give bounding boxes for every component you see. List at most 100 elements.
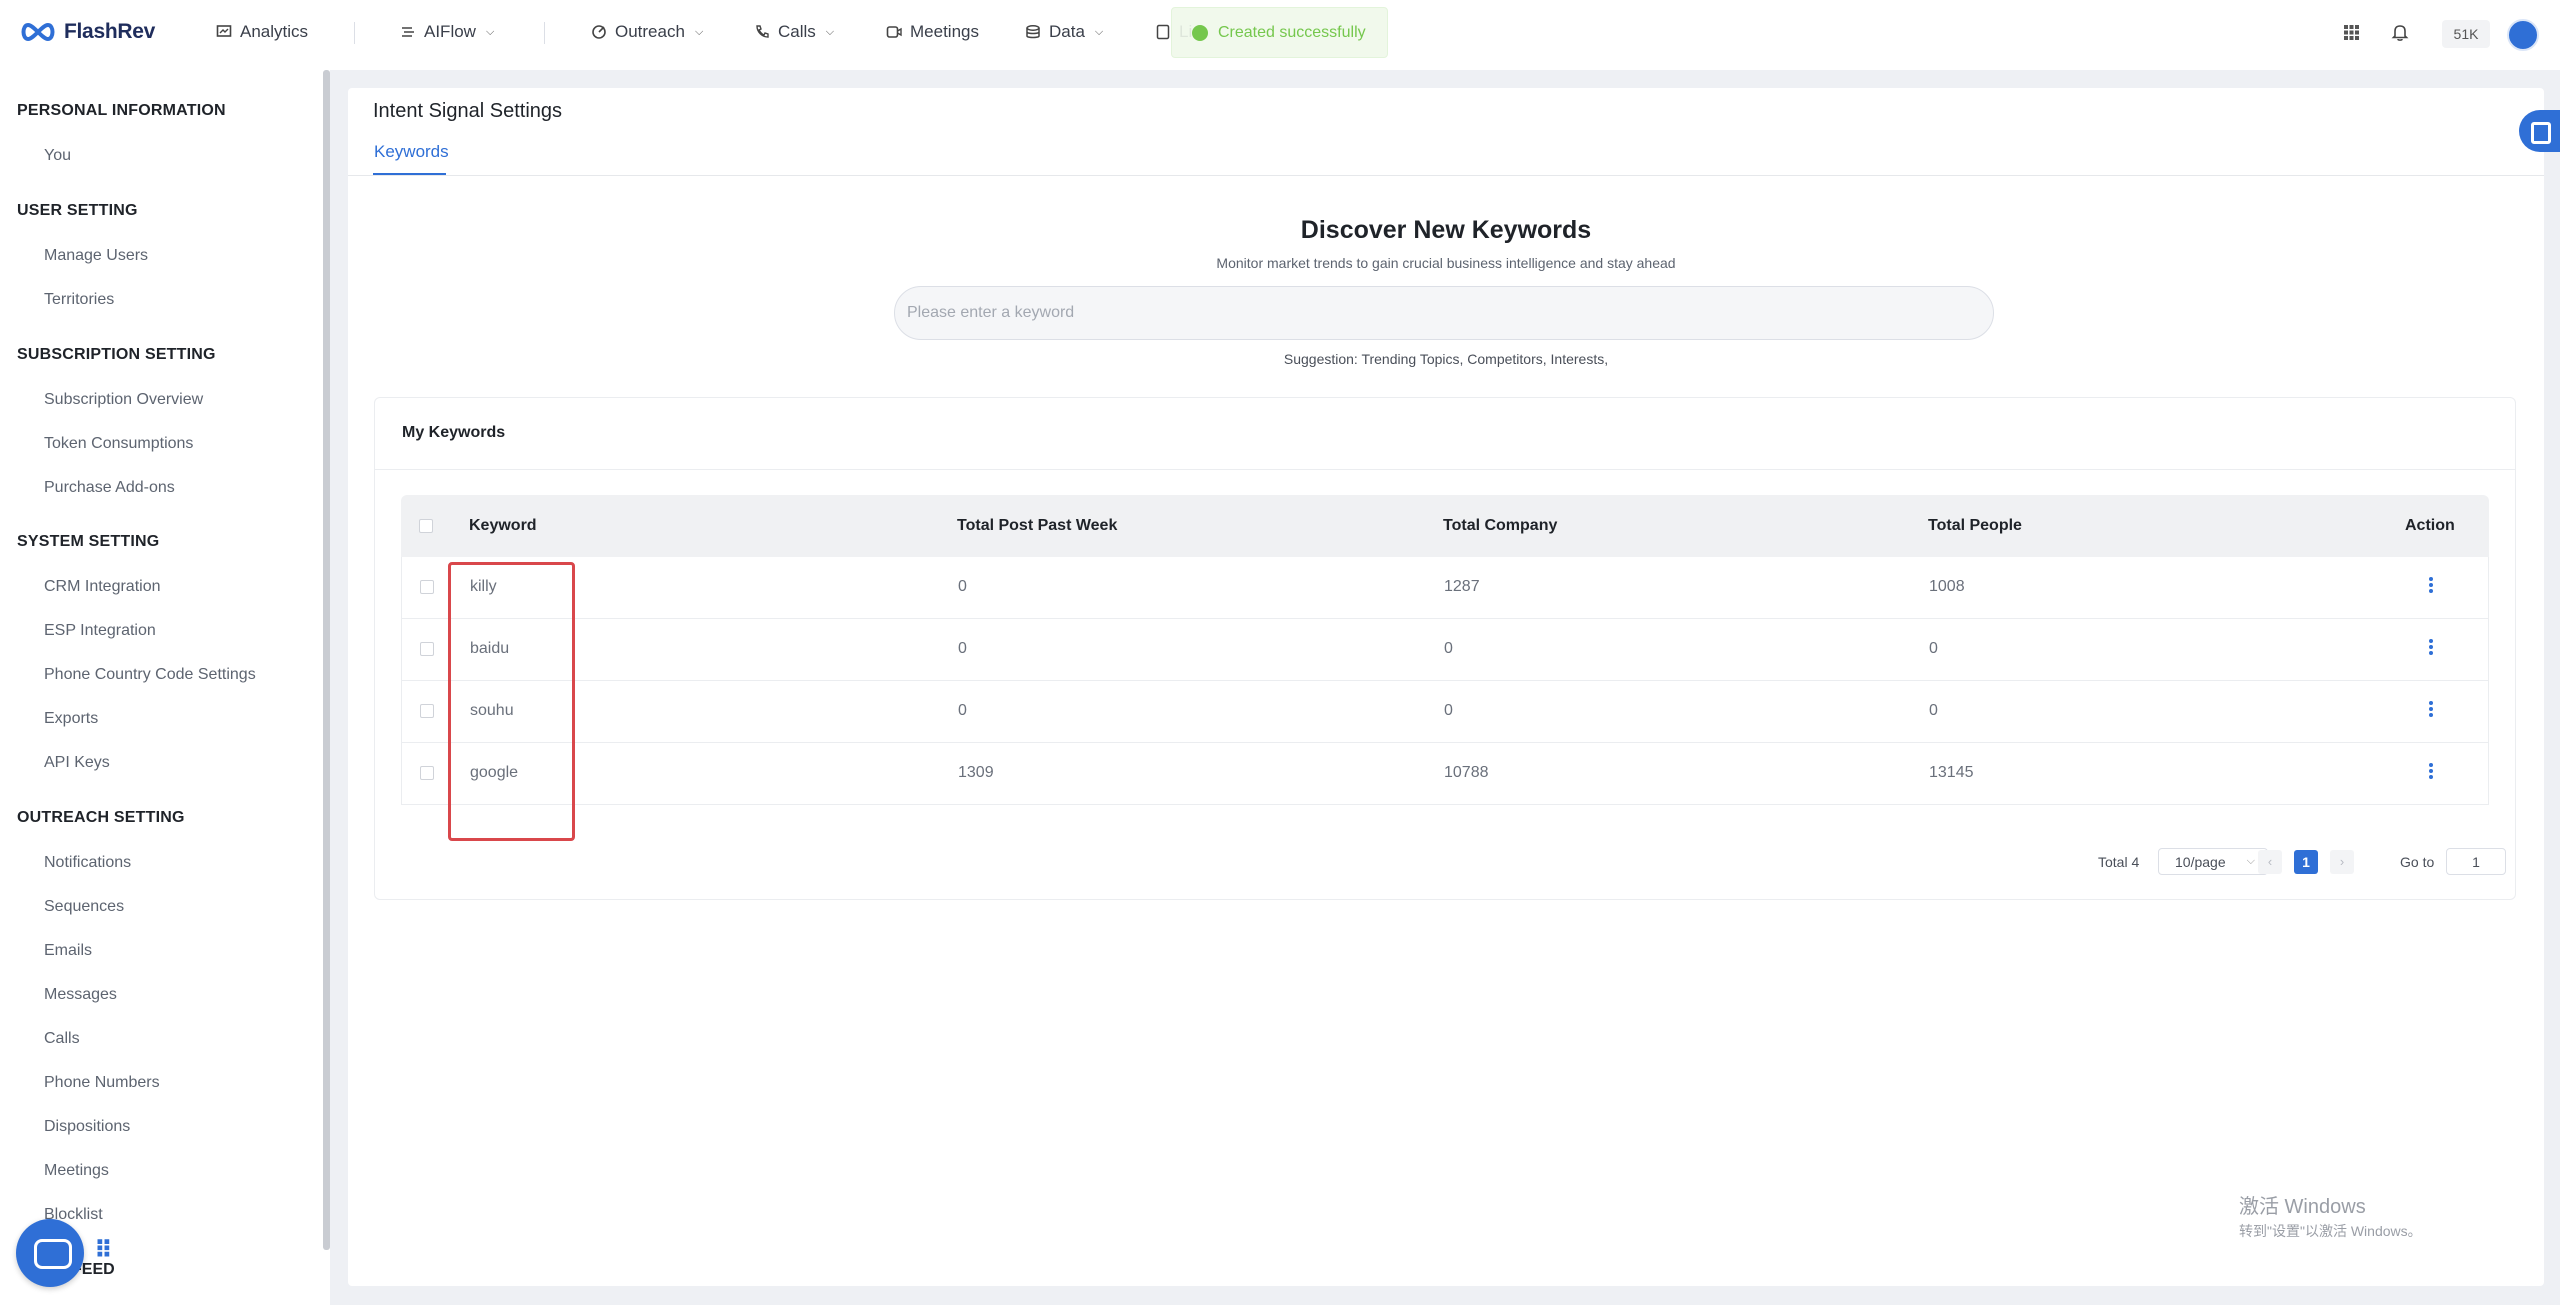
col-total-people: Total People (1928, 517, 2022, 534)
posts-cell: 0 (958, 702, 967, 719)
brand-logo[interactable]: FlashRev (18, 20, 155, 44)
people-cell: 0 (1929, 640, 1938, 657)
brand-name: FlashRev (64, 20, 155, 43)
sidebar-item-messages[interactable]: Messages (44, 986, 117, 1004)
side-widget-button[interactable] (2519, 110, 2560, 152)
section-subscription-setting: SUBSCRIPTION SETTING (17, 346, 216, 363)
companies-cell: 1287 (1444, 578, 1480, 595)
col-action: Action (2405, 517, 2455, 534)
nav-data-label: Data (1049, 22, 1085, 41)
sidebar-scrollbar[interactable] (323, 70, 330, 1250)
more-actions-icon[interactable] (2429, 639, 2433, 655)
aiflow-icon (402, 27, 414, 37)
nav-analytics[interactable]: Analytics (216, 22, 308, 42)
nav-outreach[interactable]: Outreach ⌵ (591, 22, 703, 42)
select-all-checkbox[interactable] (419, 519, 433, 533)
section-system-setting: SYSTEM SETTING (17, 533, 160, 550)
nav-calls[interactable]: Calls ⌵ (754, 22, 834, 42)
row-checkbox[interactable] (420, 704, 434, 718)
my-keywords-card: My Keywords Keyword Total Post Past Week… (374, 397, 2516, 900)
sidebar-item-you[interactable]: You (44, 147, 71, 165)
page-size-value: 10/page (2175, 854, 2226, 870)
pagination-total: Total 4 (2098, 854, 2140, 870)
discover-subtitle: Monitor market trends to gain crucial bu… (1216, 255, 1676, 271)
posts-cell: 0 (958, 640, 967, 657)
page-title: Intent Signal Settings (373, 100, 563, 122)
row-checkbox[interactable] (420, 580, 434, 594)
nav-divider (354, 22, 355, 44)
section-user-setting: USER SETTING (17, 202, 138, 219)
database-icon (1026, 25, 1040, 39)
row-checkbox[interactable] (420, 766, 434, 780)
annotation-highlight-box (448, 562, 575, 841)
nav-data[interactable]: Data ⌵ (1025, 22, 1103, 42)
goto-label: Go to (2400, 854, 2435, 870)
sidebar-item-purchase-add-ons[interactable]: Purchase Add-ons (44, 479, 175, 497)
success-check-icon (1192, 24, 1208, 41)
analytics-icon (216, 25, 232, 37)
avatar[interactable] (2507, 19, 2539, 51)
next-page-icon[interactable]: › (2330, 850, 2354, 874)
nav-aiflow[interactable]: AIFlow ⌵ (400, 22, 494, 42)
credits-badge[interactable]: 51K (2442, 20, 2490, 48)
card-title: My Keywords (402, 424, 506, 441)
sidebar-item-exports[interactable]: Exports (44, 710, 98, 728)
top-nav: FlashRev Analytics AIFlow ⌵ Outreach ⌵ C… (0, 0, 2560, 70)
chevron-down-icon: ⌵ (2246, 855, 2255, 867)
bell-icon[interactable] (2391, 23, 2409, 42)
sidebar-item-dispositions[interactable]: Dispositions (44, 1118, 130, 1136)
phone-icon (756, 25, 769, 38)
chat-support-button[interactable] (16, 1219, 84, 1287)
sidebar-item-phone-country-code[interactable]: Phone Country Code Settings (44, 666, 256, 684)
chevron-down-icon: ⌵ (825, 25, 835, 38)
sidebar-item-calls[interactable]: Calls (44, 1030, 80, 1048)
sidebar-item-crm-integration[interactable]: CRM Integration (44, 578, 161, 596)
posts-cell: 0 (958, 578, 967, 595)
posts-cell: 1309 (958, 764, 994, 781)
sidebar-item-meetings[interactable]: Meetings (44, 1162, 109, 1180)
row-checkbox[interactable] (420, 642, 434, 656)
sidebar-item-emails[interactable]: Emails (44, 942, 92, 960)
windows-watermark: 激活 Windows 转到"设置"以激活 Windows。 (2239, 1190, 2422, 1241)
sidebar-item-sequences[interactable]: Sequences (44, 898, 124, 916)
page-size-select[interactable]: 10/page ⌵ (2158, 848, 2268, 875)
sidebar-item-subscription-overview[interactable]: Subscription Overview (44, 391, 203, 409)
main-panel: Intent Signal Settings Keywords Discover… (348, 88, 2544, 1286)
apps-grid-icon[interactable] (2343, 24, 2360, 41)
tab-keywords[interactable]: Keywords (374, 142, 449, 162)
tab-divider (348, 175, 2544, 176)
current-page-button[interactable]: 1 (2294, 850, 2318, 874)
sidebar-item-token-consumptions[interactable]: Token Consumptions (44, 435, 193, 453)
goto-page-input[interactable] (2446, 848, 2506, 875)
prev-page-icon[interactable]: ‹ (2258, 850, 2282, 874)
video-icon (886, 26, 902, 38)
section-outreach-setting: OUTREACH SETTING (17, 809, 185, 826)
discover-title: Discover New Keywords (1300, 216, 1592, 244)
sidebar-item-api-keys[interactable]: API Keys (44, 754, 110, 772)
nav-aiflow-label: AIFlow (424, 22, 476, 41)
drag-handle-icon[interactable]: ⠿ (94, 1236, 113, 1265)
table-row: baidu 0 0 0 (401, 619, 2489, 681)
more-actions-icon[interactable] (2429, 577, 2433, 593)
list-icon (1156, 24, 1170, 40)
toast-message: Created successfully (1218, 23, 1366, 41)
keyword-search-input[interactable] (894, 286, 1994, 340)
table-row: google 1309 10788 13145 (401, 743, 2489, 805)
chevron-down-icon: ⌵ (485, 25, 495, 38)
infinity-logo-icon (21, 22, 55, 42)
col-total-post: Total Post Past Week (957, 517, 1118, 534)
col-total-company: Total Company (1443, 517, 1558, 534)
sidebar-item-manage-users[interactable]: Manage Users (44, 247, 148, 265)
sidebar-item-territories[interactable]: Territories (44, 291, 114, 309)
card-divider (375, 469, 2515, 470)
nav-meetings[interactable]: Meetings (886, 22, 979, 42)
sidebar-item-esp-integration[interactable]: ESP Integration (44, 622, 156, 640)
sidebar-item-phone-numbers[interactable]: Phone Numbers (44, 1074, 160, 1092)
more-actions-icon[interactable] (2429, 763, 2433, 779)
nav-calls-label: Calls (778, 22, 816, 41)
sidebar-item-notifications[interactable]: Notifications (44, 854, 131, 872)
watermark-line1: 激活 Windows (2239, 1196, 2366, 1218)
watermark-line2: 转到"设置"以激活 Windows。 (2239, 1223, 2422, 1239)
more-actions-icon[interactable] (2429, 701, 2433, 717)
settings-sidebar: PERSONAL INFORMATION You USER SETTING Ma… (0, 70, 330, 1305)
